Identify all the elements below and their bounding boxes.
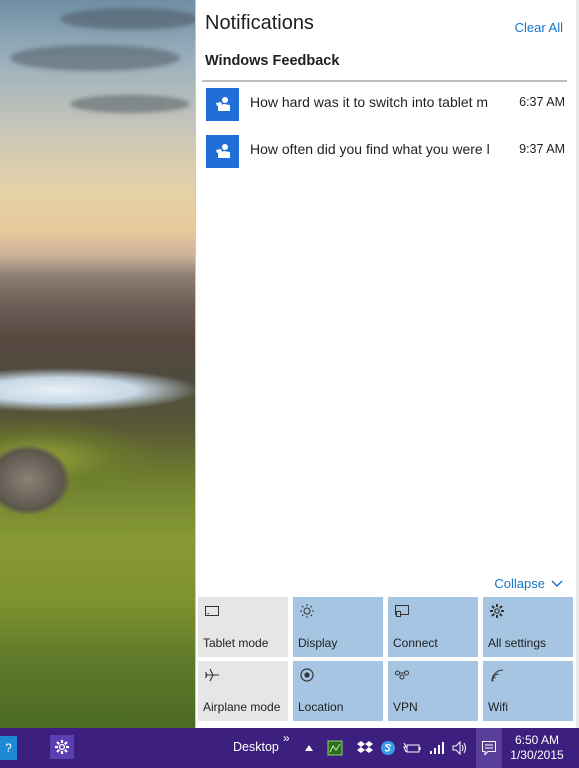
- show-hidden-icons-button[interactable]: [302, 738, 316, 758]
- airplane-icon: [205, 668, 219, 682]
- tile-label: Wifi: [488, 700, 508, 714]
- volume-icon[interactable]: [451, 738, 471, 758]
- network-icon[interactable]: [428, 738, 446, 758]
- tray-app-icon[interactable]: [326, 738, 344, 758]
- tile-label: VPN: [393, 700, 418, 714]
- location-tile[interactable]: Location: [293, 661, 383, 721]
- tablet-mode-icon: [205, 606, 219, 616]
- green-app-icon: [327, 740, 343, 756]
- clock-time: 6:50 AM: [514, 733, 560, 747]
- group-divider: [202, 80, 567, 82]
- windows-feedback-icon: [206, 135, 239, 168]
- tablet-mode-tile[interactable]: Tablet mode: [198, 597, 288, 657]
- airplane-mode-tile[interactable]: Airplane mode: [198, 661, 288, 721]
- quick-actions: Tablet mode Display Connect All settings…: [198, 597, 576, 725]
- vpn-icon: [395, 670, 409, 680]
- brightness-icon: [300, 604, 314, 618]
- location-icon: [300, 668, 314, 682]
- all-settings-tile[interactable]: All settings: [483, 597, 573, 657]
- help-icon[interactable]: ?: [0, 736, 17, 760]
- wallpaper-cloud: [70, 95, 190, 113]
- tile-label: Location: [298, 700, 344, 714]
- dropbox-glyph: [357, 741, 373, 753]
- collapse-label: Collapse: [494, 576, 545, 591]
- tile-label: Tablet mode: [203, 636, 269, 650]
- toolbar-chevron[interactable]: »: [283, 731, 290, 745]
- gear-icon: [490, 604, 504, 618]
- skype-glyph: [381, 741, 395, 755]
- action-center-icon: [482, 741, 496, 756]
- gear-icon: [55, 740, 69, 754]
- notification-time: 9:37 AM: [519, 142, 565, 156]
- notification-text: How often did you find what you were l: [250, 141, 490, 157]
- battery-icon[interactable]: [402, 738, 422, 758]
- notification-time: 6:37 AM: [519, 95, 565, 109]
- settings-app-button[interactable]: [50, 735, 74, 759]
- tile-label: Connect: [393, 636, 438, 650]
- collapse-button[interactable]: Collapse: [494, 576, 563, 591]
- battery-glyph: [403, 742, 421, 753]
- clear-all-link[interactable]: Clear All: [515, 20, 563, 35]
- dropbox-icon[interactable]: [356, 738, 374, 758]
- wallpaper-rock: [0, 445, 70, 515]
- action-center-panel: Notifications Clear All Windows Feedback…: [195, 0, 579, 728]
- tile-label: All settings: [488, 636, 547, 650]
- wallpaper-cloud: [10, 45, 180, 71]
- taskbar-clock[interactable]: 6:50 AM 1/30/2015: [507, 733, 567, 763]
- chevron-up-icon: [305, 745, 313, 751]
- signal-bars-glyph: [430, 742, 444, 754]
- clock-date: 1/30/2015: [510, 748, 564, 762]
- connect-icon: [395, 605, 409, 617]
- notification-item[interactable]: How often did you find what you were l 9…: [205, 135, 565, 173]
- tile-label: Display: [298, 636, 338, 650]
- action-center-button[interactable]: [476, 728, 502, 768]
- skype-icon[interactable]: [379, 738, 397, 758]
- wifi-icon: [491, 669, 504, 682]
- vpn-tile[interactable]: VPN: [388, 661, 478, 721]
- desktop-toolbar-label[interactable]: Desktop: [233, 740, 279, 754]
- windows-feedback-icon: [206, 88, 239, 121]
- chevron-down-icon: [551, 580, 563, 587]
- wallpaper-cloud: [60, 8, 200, 30]
- action-center-title: Notifications: [205, 12, 314, 34]
- notification-text: How hard was it to switch into tablet m: [250, 94, 489, 110]
- display-tile[interactable]: Display: [293, 597, 383, 657]
- speaker-glyph: [452, 741, 466, 755]
- wifi-tile[interactable]: Wifi: [483, 661, 573, 721]
- notification-group-title: Windows Feedback: [205, 53, 340, 69]
- tile-label: Airplane mode: [203, 700, 281, 714]
- connect-tile[interactable]: Connect: [388, 597, 478, 657]
- taskbar: ? Desktop » 6:50 AM 1/30/2015: [0, 728, 579, 768]
- notification-item[interactable]: How hard was it to switch into tablet m …: [205, 88, 565, 126]
